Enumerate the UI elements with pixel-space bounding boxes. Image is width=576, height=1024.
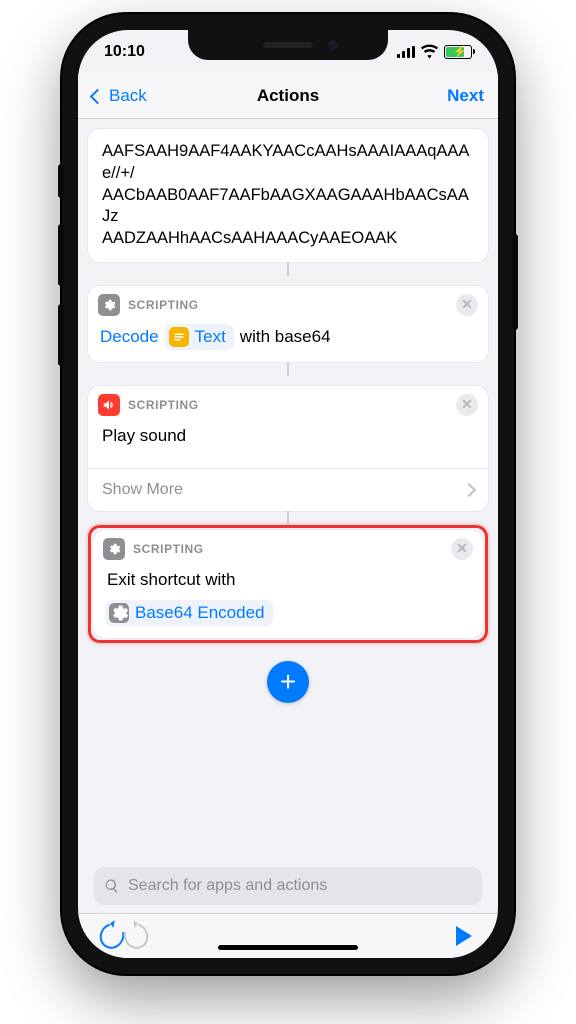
nav-bar: Back Actions Next: [78, 74, 498, 119]
wifi-icon: [421, 44, 438, 61]
show-more-label: Show More: [102, 481, 183, 499]
text-action-card[interactable]: AAFSAAH9AAF4AAKYAACcAAHsAAAIAAAqAAAe//+/…: [88, 129, 488, 262]
back-label: Back: [109, 86, 147, 106]
token-label: Text: [195, 327, 226, 347]
flow-connector: [287, 511, 289, 525]
chevron-right-icon: [462, 483, 476, 497]
power-button: [512, 234, 518, 330]
delete-action-button[interactable]: ✕: [456, 294, 478, 316]
front-camera: [328, 40, 338, 50]
delete-action-button[interactable]: ✕: [456, 394, 478, 416]
redo-button: [124, 924, 148, 948]
volume-up: [58, 224, 64, 286]
flow-connector: [287, 362, 289, 376]
screen: 10:10 ⚡ Back Actions Next A: [78, 30, 498, 958]
device-frame: 10:10 ⚡ Back Actions Next A: [62, 14, 514, 974]
bottom-toolbar: [78, 913, 498, 958]
flow-connector: [287, 262, 289, 276]
volume-down: [58, 304, 64, 366]
status-time: 10:10: [104, 43, 145, 61]
search-placeholder: Search for apps and actions: [128, 877, 327, 895]
exit-prefix: Exit shortcut with: [105, 568, 471, 600]
chevron-left-icon: [90, 88, 106, 104]
play-sound-action-card[interactable]: SCRIPTING ✕ Play sound Show More: [88, 386, 488, 511]
gear-icon: [103, 538, 125, 560]
action-title: Play sound: [100, 424, 476, 456]
home-indicator[interactable]: [218, 945, 358, 950]
gear-icon: [98, 294, 120, 316]
delete-action-button[interactable]: ✕: [451, 538, 473, 560]
cellular-icon: [397, 46, 415, 58]
run-button[interactable]: [452, 924, 476, 948]
speaker: [263, 42, 313, 48]
text-content: AAFSAAH9AAF4AAKYAACcAAHsAAAIAAAqAAAe//+/…: [102, 142, 469, 247]
text-lines-icon: [169, 327, 189, 347]
category-label: SCRIPTING: [128, 398, 199, 412]
category-label: SCRIPTING: [133, 542, 204, 556]
token-label: Base64 Encoded: [135, 603, 265, 623]
search-icon: [104, 878, 120, 894]
show-more-button[interactable]: Show More: [88, 468, 488, 511]
exit-shortcut-action-card[interactable]: SCRIPTING ✕ Exit shortcut with Base64 En…: [93, 530, 483, 638]
base64-variable-token[interactable]: Base64 Encoded: [105, 600, 273, 626]
search-field[interactable]: Search for apps and actions: [94, 867, 482, 905]
text-variable-token[interactable]: Text: [165, 324, 234, 350]
back-button[interactable]: Back: [92, 86, 147, 106]
mute-switch: [58, 164, 64, 198]
battery-icon: ⚡: [444, 45, 472, 59]
undo-button[interactable]: [100, 924, 124, 948]
gear-icon: [109, 603, 129, 623]
decode-verb[interactable]: Decode: [100, 327, 159, 347]
add-action-button[interactable]: +: [267, 661, 309, 703]
editor-canvas: AAFSAAH9AAF4AAKYAACcAAHsAAAIAAAqAAAe//+/…: [78, 119, 498, 913]
next-button[interactable]: Next: [447, 86, 484, 106]
speaker-icon: [98, 394, 120, 416]
annotation-highlight: SCRIPTING ✕ Exit shortcut with Base64 En…: [88, 525, 488, 643]
category-label: SCRIPTING: [128, 298, 199, 312]
decode-action-card[interactable]: SCRIPTING ✕ Decode Text with base64: [88, 286, 488, 362]
decode-suffix: with base64: [240, 327, 331, 347]
notch: [188, 30, 388, 60]
